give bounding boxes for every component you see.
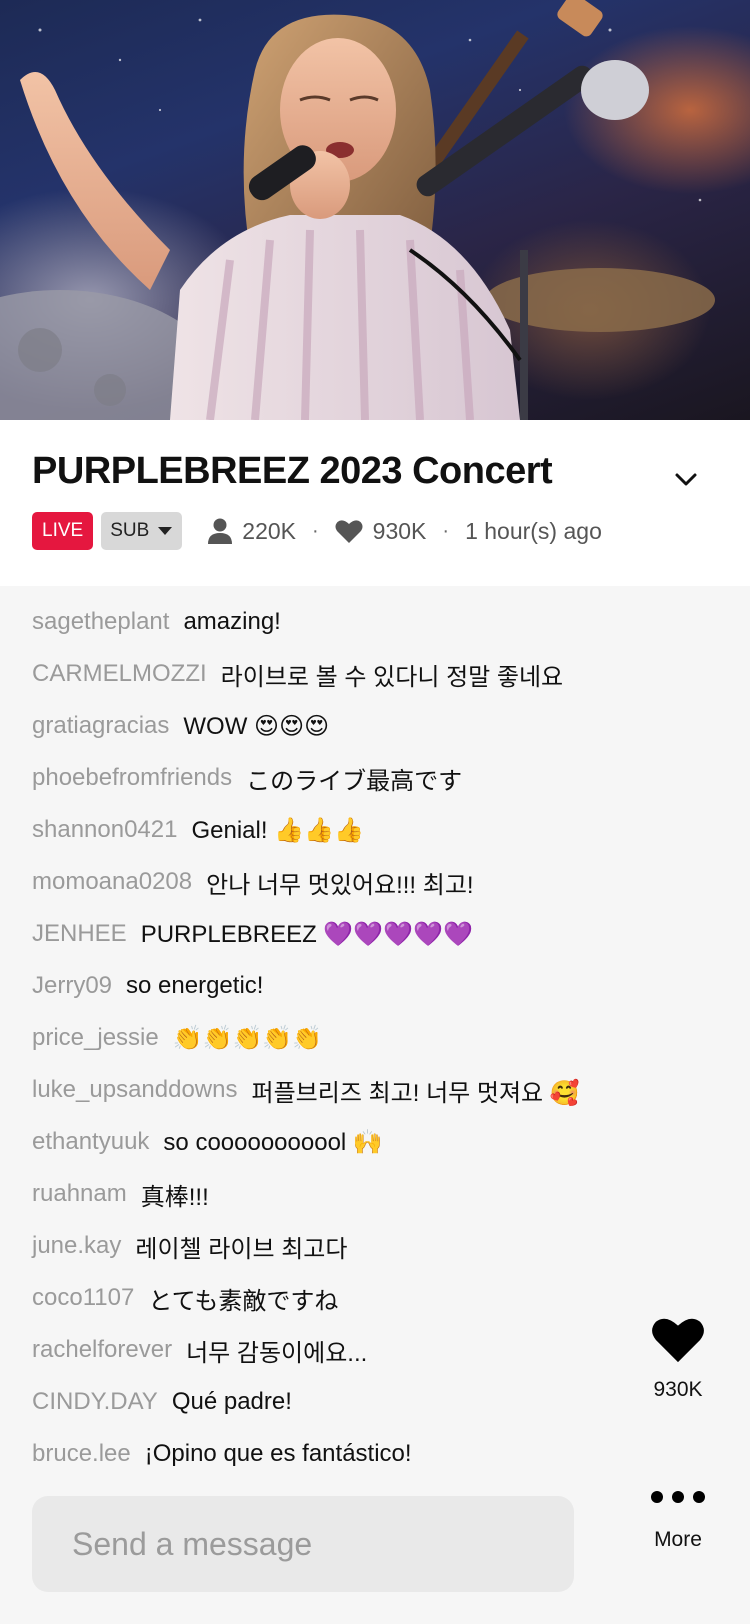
chat-message: price_jessie 👏👏👏👏👏 — [32, 1012, 632, 1064]
chat-text: 레이첼 라이브 최고다 — [135, 1235, 348, 1263]
stream-title: PURPLEBREEZ 2023 Concert — [32, 450, 553, 492]
more-button[interactable]: More — [640, 1490, 716, 1552]
chat-username[interactable]: coco1107 — [32, 1284, 134, 1312]
chat-username[interactable]: luke_upsanddowns — [32, 1076, 238, 1104]
chevron-down-icon — [675, 473, 697, 486]
chat-username[interactable]: CINDY.DAY — [32, 1388, 158, 1416]
chat-username[interactable]: price_jessie — [32, 1024, 159, 1052]
chat-username[interactable]: phoebefromfriends — [32, 764, 232, 792]
chat-text: このライブ最高です — [246, 767, 463, 795]
chat-text: so energetic! — [126, 972, 264, 999]
chat-message: phoebefromfriends このライブ最高です — [32, 752, 632, 804]
chat-text: ¡Opino que es fantástico! — [144, 1440, 412, 1467]
chat-message: sagetheplant amazing! — [32, 596, 632, 648]
stream-info-panel: PURPLEBREEZ 2023 Concert LIVE SUB 220K ·… — [0, 420, 750, 586]
chat-username[interactable]: june.kay — [32, 1232, 121, 1260]
chat-message: bruce.lee ¡Opino que es fantástico! — [32, 1428, 632, 1480]
subtitle-dropdown-label: SUB — [110, 520, 150, 541]
subtitle-dropdown[interactable]: SUB — [101, 512, 183, 550]
live-badge: LIVE — [32, 512, 94, 550]
chat-message: Jerry09 so energetic! — [32, 960, 632, 1012]
chat-username[interactable]: momoana0208 — [32, 868, 192, 896]
chat-text: Genial! 👍👍👍 — [191, 816, 364, 844]
viewer-count-value: 220K — [242, 517, 296, 544]
chat-message: june.kay 레이첼 라이브 최고다 — [32, 1220, 632, 1272]
stream-time-ago: 1 hour(s) ago — [465, 517, 602, 544]
chat-text: 퍼플브리즈 최고! 너무 멋져요 🥰 — [251, 1079, 580, 1107]
message-input[interactable] — [32, 1496, 574, 1592]
like-button-count: 930K — [653, 1378, 703, 1401]
like-count-value: 930K — [372, 517, 427, 544]
chat-message: shannon0421 Genial! 👍👍👍 — [32, 804, 632, 856]
video-frame-illustration — [0, 0, 715, 420]
chat-username[interactable]: JENHEE — [32, 920, 127, 948]
chat-text: 너무 감동이에요... — [186, 1339, 368, 1367]
chat-username[interactable]: ethantyuuk — [32, 1128, 149, 1156]
chat-message: momoana0208 안나 너무 멋있어요!!! 최고! — [32, 856, 632, 908]
chat-message: CINDY.DAY Qué padre! — [32, 1376, 632, 1428]
chat-text: とても素敵ですね — [148, 1287, 339, 1315]
chat-username[interactable]: CARMELMOZZI — [32, 660, 207, 688]
heart-icon — [652, 1318, 704, 1363]
chat-message: coco1107 とても素敵ですね — [32, 1272, 632, 1324]
chat-text: 真棒!!! — [140, 1183, 209, 1211]
chat-text: PURPLEBREEZ 💜💜💜💜💜 — [140, 920, 473, 948]
chat-username[interactable]: sagetheplant — [32, 608, 169, 636]
chat-username[interactable]: ruahnam — [32, 1180, 127, 1208]
chat-username[interactable]: gratiagracias — [32, 712, 169, 740]
chat-text: 라이브로 볼 수 있다니 정말 좋네요 — [220, 663, 564, 691]
live-video-player[interactable] — [0, 0, 750, 420]
chat-username[interactable]: shannon0421 — [32, 816, 177, 844]
chat-username[interactable]: bruce.lee — [32, 1440, 131, 1468]
collapse-button[interactable] — [662, 456, 710, 504]
chat-message: CARMELMOZZI 라이브로 볼 수 있다니 정말 좋네요 — [32, 648, 632, 700]
like-button[interactable]: 930K — [640, 1316, 716, 1402]
caret-down-icon — [158, 527, 173, 535]
chat-message: rachelforever 너무 감동이에요... — [32, 1324, 632, 1376]
chat-message: gratiagracias WOW 😍😍😍 — [32, 700, 632, 752]
like-count: 930K — [335, 517, 427, 545]
chat-text: WOW 😍😍😍 — [183, 712, 330, 740]
chat-username[interactable]: Jerry09 — [32, 972, 112, 1000]
chat-list[interactable]: sagetheplant amazing! CARMELMOZZI 라이브로 볼… — [32, 596, 632, 1480]
viewer-count: 220K — [208, 518, 296, 545]
person-icon — [208, 518, 233, 544]
chat-text: 안나 너무 멋있어요!!! 최고! — [206, 871, 474, 899]
chat-message: ruahnam 真棒!!! — [32, 1168, 632, 1220]
ellipsis-icon — [651, 1491, 705, 1503]
heart-icon — [335, 519, 363, 543]
chat-message: luke_upsanddowns 퍼플브리즈 최고! 너무 멋져요 🥰 — [32, 1064, 632, 1116]
chat-text: amazing! — [183, 608, 281, 635]
chat-message: ethantyuuk so cooooooooool 🙌 — [32, 1116, 632, 1168]
meta-separator: · — [312, 519, 319, 542]
chat-text: 👏👏👏👏👏 — [172, 1024, 323, 1052]
chat-username[interactable]: rachelforever — [32, 1336, 172, 1364]
meta-separator: · — [442, 519, 450, 542]
stream-meta-row: LIVE SUB 220K · 930K · 1 hour(s) ago — [32, 512, 602, 550]
chat-text: so cooooooooool 🙌 — [163, 1128, 383, 1156]
chat-message: JENHEE PURPLEBREEZ 💜💜💜💜💜 — [32, 908, 632, 960]
chat-text: Qué padre! — [171, 1388, 292, 1415]
more-button-label: More — [654, 1528, 702, 1551]
